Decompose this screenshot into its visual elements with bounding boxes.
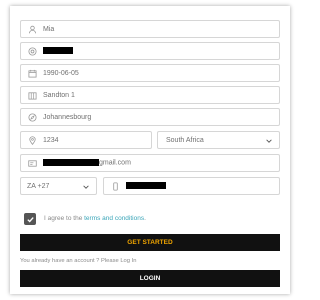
date-of-birth-field[interactable]: 1990-06-05 <box>20 64 280 82</box>
email-value: gmail.com <box>43 159 131 167</box>
check-icon <box>26 215 35 224</box>
chevron-down-icon <box>82 183 90 191</box>
redaction-bar <box>43 47 73 55</box>
address-value: Sandton 1 <box>43 91 75 99</box>
user-icon <box>25 25 39 34</box>
postal-code-value: 1234 <box>43 136 59 144</box>
terms-suffix: . <box>144 215 146 222</box>
phone-field[interactable] <box>103 177 280 195</box>
redaction-bar <box>126 182 166 190</box>
phone-value <box>126 182 166 190</box>
city-value: Johannesbourg <box>43 113 92 121</box>
email-field[interactable]: gmail.com <box>20 154 280 172</box>
redaction-bar <box>43 159 99 167</box>
terms-link[interactable]: terms and conditions <box>84 215 144 222</box>
id-card-icon <box>25 159 39 168</box>
email-suffix: gmail.com <box>99 159 131 167</box>
calendar-icon <box>25 69 39 78</box>
postal-code-field[interactable]: 1234 <box>20 131 152 149</box>
last-name-field[interactable] <box>20 42 280 60</box>
city-field[interactable]: Johannesbourg <box>20 108 280 126</box>
terms-label: I agree to the terms and conditions. <box>44 215 146 222</box>
terms-prefix: I agree to the <box>44 215 85 222</box>
country-value: South Africa <box>166 136 204 144</box>
registration-form: Mia 1990-06-05 Sandton 1 Johannesbourg 1… <box>10 6 290 294</box>
dial-code-select[interactable]: ZA +27 <box>20 177 97 195</box>
first-name-field[interactable]: Mia <box>20 20 280 38</box>
chevron-down-icon <box>265 137 273 145</box>
get-started-button[interactable]: GET STARTED <box>20 234 280 251</box>
first-name-value: Mia <box>43 25 55 33</box>
address-field[interactable]: Sandton 1 <box>20 86 280 104</box>
compass-icon <box>25 112 39 122</box>
phone-icon <box>108 181 122 191</box>
dial-code-value: ZA +27 <box>27 182 50 190</box>
last-name-value <box>43 47 73 55</box>
already-account-text[interactable]: You already have an account ? Please Log… <box>20 258 136 264</box>
terms-checkbox[interactable] <box>24 213 36 225</box>
at-icon <box>25 46 39 56</box>
country-select[interactable]: South Africa <box>157 131 280 149</box>
date-of-birth-value: 1990-06-05 <box>43 69 79 77</box>
login-button[interactable]: LOGIN <box>20 270 280 287</box>
building-icon <box>25 91 39 100</box>
location-pin-icon <box>25 135 39 145</box>
